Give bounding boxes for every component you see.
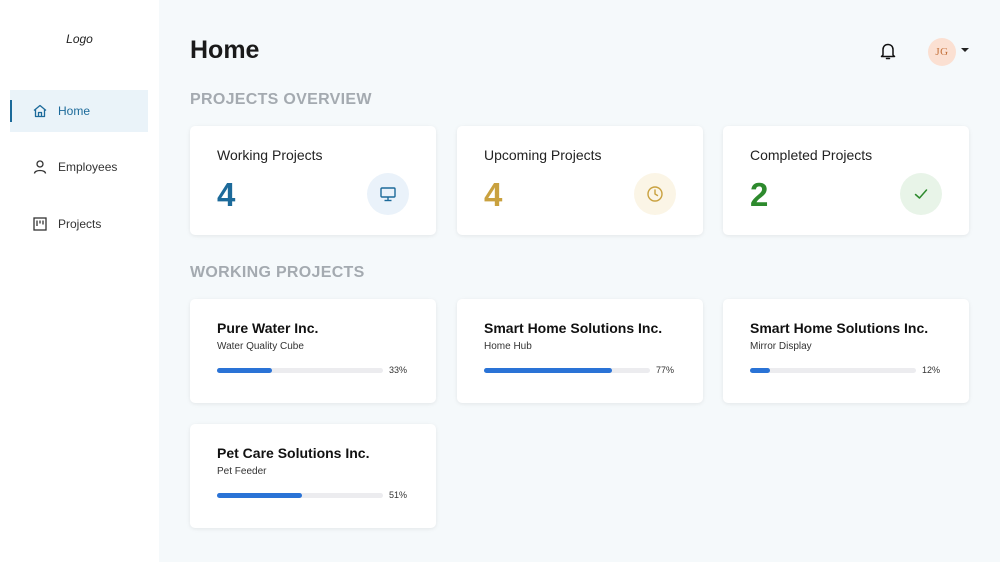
progress-bar xyxy=(484,368,650,373)
project-name: Pet Care Solutions Inc. xyxy=(217,445,370,461)
progress-percent: 77% xyxy=(656,365,675,375)
project-name: Pure Water Inc. xyxy=(217,320,319,336)
stat-value: 2 xyxy=(750,176,769,213)
stat-label: Upcoming Projects xyxy=(484,147,602,163)
project-product: Pet Feeder xyxy=(217,466,267,477)
project-card[interactable]: Smart Home Solutions Inc. Home Hub 77% xyxy=(457,299,703,403)
person-icon xyxy=(32,159,48,175)
sidebar-item-label: Projects xyxy=(58,217,102,231)
stat-card-working[interactable]: Working Projects 4 xyxy=(190,126,436,235)
progress-fill xyxy=(217,493,302,498)
stat-card-upcoming[interactable]: Upcoming Projects 4 xyxy=(457,126,703,235)
sidebar: Logo Home Employees Projects xyxy=(0,0,159,562)
project-card[interactable]: Pet Care Solutions Inc. Pet Feeder 51% xyxy=(190,424,436,528)
project-name: Smart Home Solutions Inc. xyxy=(750,320,929,336)
progress-fill xyxy=(484,368,612,373)
bell-icon xyxy=(880,43,896,60)
project-name: Smart Home Solutions Inc. xyxy=(484,320,663,336)
home-icon xyxy=(32,103,48,119)
stat-label: Working Projects xyxy=(217,147,323,163)
page-title: Home xyxy=(190,36,260,64)
progress-fill xyxy=(750,368,770,373)
check-icon xyxy=(900,173,942,215)
project-card[interactable]: Smart Home Solutions Inc. Mirror Display… xyxy=(723,299,969,403)
section-heading-overview: PROJECTS OVERVIEW xyxy=(190,91,372,108)
progress-bar xyxy=(750,368,916,373)
progress-percent: 12% xyxy=(922,365,941,375)
chevron-down-icon[interactable] xyxy=(961,48,969,52)
sidebar-item-projects[interactable]: Projects xyxy=(10,203,148,245)
sidebar-item-label: Employees xyxy=(58,160,118,174)
stat-value: 4 xyxy=(484,176,503,213)
clock-icon xyxy=(634,173,676,215)
progress-percent: 33% xyxy=(389,365,408,375)
notifications-button[interactable] xyxy=(879,41,897,61)
stat-card-completed[interactable]: Completed Projects 2 xyxy=(723,126,969,235)
stat-label: Completed Projects xyxy=(750,147,873,163)
progress-bar xyxy=(217,493,383,498)
sidebar-item-label: Home xyxy=(58,104,91,118)
stat-value: 4 xyxy=(217,176,236,213)
project-product: Mirror Display xyxy=(750,341,812,352)
project-product: Water Quality Cube xyxy=(217,341,304,352)
section-heading-working: WORKING PROJECTS xyxy=(190,264,365,281)
sidebar-item-employees[interactable]: Employees xyxy=(10,146,148,188)
progress-fill xyxy=(217,368,272,373)
logo[interactable]: Logo xyxy=(0,32,159,46)
progress-bar xyxy=(217,368,383,373)
board-icon xyxy=(32,216,48,232)
project-product: Home Hub xyxy=(484,341,532,352)
progress-percent: 51% xyxy=(389,490,408,500)
monitor-icon xyxy=(367,173,409,215)
avatar[interactable]: JG xyxy=(928,38,956,66)
sidebar-item-home[interactable]: Home xyxy=(10,90,148,132)
project-card[interactable]: Pure Water Inc. Water Quality Cube 33% xyxy=(190,299,436,403)
